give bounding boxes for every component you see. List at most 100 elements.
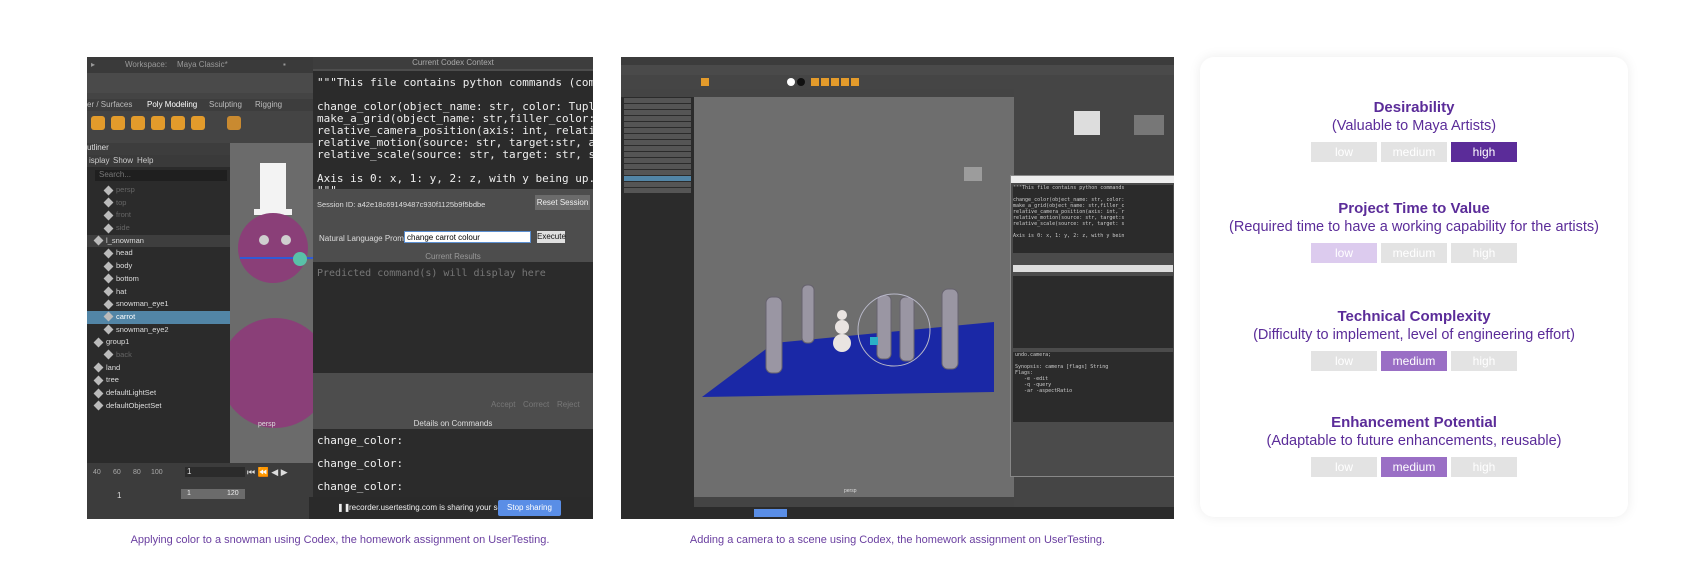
shelf-icons	[87, 111, 313, 137]
cube-icon[interactable]	[91, 116, 105, 130]
codex-mini-details-text: undo.camera; Synopsis: camera [flags] St…	[1015, 352, 1109, 394]
outliner-row[interactable]: defaultLightSet	[87, 387, 230, 400]
level-high-button[interactable]: high	[1451, 351, 1517, 371]
criterion-enhancement-potential: Enhancement Potential (Adaptable to futu…	[1200, 414, 1628, 477]
outliner-row[interactable]: bottom	[87, 273, 230, 286]
outliner-row[interactable]: persp	[87, 184, 230, 197]
scene-viewport[interactable]: persp	[694, 97, 1014, 497]
outliner-row-label: snowman_eye2	[116, 324, 169, 334]
range-start-field[interactable]: 1	[117, 491, 121, 500]
results-area[interactable]: Predicted command(s) will display here	[313, 262, 593, 373]
tab-poly-modeling[interactable]: Poly Modeling	[147, 100, 197, 109]
outliner-search-input[interactable]: Search...	[95, 170, 227, 181]
snowman-middle	[835, 320, 849, 334]
outliner-row[interactable]: tree	[87, 374, 230, 387]
level-medium-button[interactable]: medium	[1381, 457, 1447, 477]
correct-button[interactable]: Correct	[523, 400, 549, 409]
nl-prompt-input[interactable]: change carrot colour	[404, 231, 531, 243]
outliner-row[interactable]: group1	[87, 336, 230, 349]
criterion-description: (Valuable to Maya Artists)	[1331, 118, 1497, 134]
cylinder-icon[interactable]	[111, 116, 125, 130]
criterion-description: (Adaptable to future enhancements, reusa…	[1266, 433, 1562, 449]
playback-controls[interactable]: ⏮ ⏪ ◀ ▶	[247, 467, 288, 478]
range-slider-start[interactable]: 1	[187, 490, 191, 497]
level-low-button[interactable]: low	[1311, 142, 1377, 162]
transform-icon	[93, 375, 104, 386]
outliner-row-label: l_snowman	[106, 235, 144, 245]
accept-button[interactable]: Accept	[491, 400, 515, 409]
reset-session-button[interactable]: Reset Session	[535, 195, 590, 210]
pillar	[899, 296, 915, 362]
level-high-button[interactable]: high	[1451, 243, 1517, 263]
attribute-buttons[interactable]	[1134, 115, 1164, 135]
outliner-panel: utliner isplay Show Help Search... persp…	[87, 143, 230, 463]
level-low-button[interactable]: low	[1311, 243, 1377, 263]
outliner-menu-display[interactable]: isplay	[89, 156, 109, 165]
outliner-row[interactable]: side	[87, 222, 230, 235]
cone-icon[interactable]	[131, 116, 145, 130]
outliner-row[interactable]: body	[87, 260, 230, 273]
level-medium-button[interactable]: medium	[1381, 351, 1447, 371]
snowman-bottom	[833, 334, 851, 352]
stop-sharing-button[interactable]	[754, 509, 787, 517]
tab-surfaces[interactable]: er / Surfaces	[87, 100, 132, 109]
tab-sculpting[interactable]: Sculpting	[209, 100, 242, 109]
codex-context-code: """This file contains python commands (c…	[313, 71, 593, 189]
left-caption: Applying color to a snowman using Codex,…	[130, 534, 550, 546]
outliner-row[interactable]: head	[87, 247, 230, 260]
outliner-row[interactable]: l_snowman	[87, 234, 230, 248]
outliner-row[interactable]: snowman_eye2	[87, 324, 230, 337]
range-slider-end[interactable]: 120	[227, 490, 239, 497]
snowman-viewport[interactable]	[230, 143, 313, 463]
sphere-icon[interactable]	[227, 116, 241, 130]
time-slider[interactable]: 40 60 80 100 1 ⏮ ⏪ ◀ ▶ 1 1 120	[87, 463, 313, 519]
codex-mini-prompt-input[interactable]	[1013, 265, 1173, 272]
stop-sharing-button[interactable]: Stop sharing	[498, 500, 561, 516]
level-selector: low medium high	[1200, 142, 1628, 162]
level-medium-button[interactable]: medium	[1381, 142, 1447, 162]
outliner-row[interactable]: defaultObjectSet	[87, 400, 230, 413]
level-medium-button[interactable]: medium	[1381, 243, 1447, 263]
camera-codex-screenshot: persp """This file contains python comma…	[621, 57, 1174, 519]
transform-icon	[103, 286, 114, 297]
transform-icon	[103, 350, 114, 360]
view-cube[interactable]	[964, 167, 982, 181]
criterion-name: Technical Complexity	[1337, 308, 1491, 325]
outliner-row[interactable]: carrot	[87, 310, 230, 324]
lock-icon[interactable]: ▪	[283, 60, 286, 69]
outliner-row[interactable]: snowman_eye1	[87, 298, 230, 311]
transform-icon	[103, 185, 114, 195]
outliner-menu-show[interactable]: Show	[113, 156, 133, 165]
transform-icon	[93, 235, 104, 246]
transform-icon	[103, 197, 114, 208]
reject-button[interactable]: Reject	[557, 400, 580, 409]
transform-icon	[103, 223, 114, 234]
workspace-select[interactable]: Maya Classic*	[177, 60, 228, 69]
transform-icon	[103, 210, 114, 221]
outliner-menu-help[interactable]: Help	[137, 156, 153, 165]
disc-icon[interactable]	[191, 116, 205, 130]
outliner-row-label: bottom	[116, 273, 139, 283]
level-high-button[interactable]: high	[1451, 142, 1517, 162]
level-low-button[interactable]: low	[1311, 457, 1377, 477]
tab-rigging[interactable]: Rigging	[255, 100, 282, 109]
timeline-tick: 100	[151, 469, 163, 476]
current-frame-field[interactable]: 1	[185, 467, 245, 477]
execute-button[interactable]: Execute	[537, 231, 566, 243]
outliner-row[interactable]: land	[87, 362, 230, 375]
screen-share-bar	[621, 507, 1174, 519]
level-high-button[interactable]: high	[1451, 457, 1517, 477]
level-low-button[interactable]: low	[1311, 351, 1377, 371]
outliner-row[interactable]: top	[87, 197, 230, 210]
torus-icon[interactable]	[151, 116, 165, 130]
criterion-name: Project Time to Value	[1338, 200, 1490, 217]
outliner-row[interactable]: hat	[87, 286, 230, 299]
outliner-row[interactable]: back	[87, 349, 230, 362]
plane-icon[interactable]	[171, 116, 185, 130]
criterion-description: (Required time to have a working capabil…	[1229, 219, 1599, 235]
pillar	[801, 284, 815, 344]
maya-menu-bar	[621, 57, 1174, 65]
outliner-row[interactable]: front	[87, 209, 230, 222]
transform-icon	[103, 248, 114, 259]
outliner-row-label: tree	[106, 375, 119, 385]
